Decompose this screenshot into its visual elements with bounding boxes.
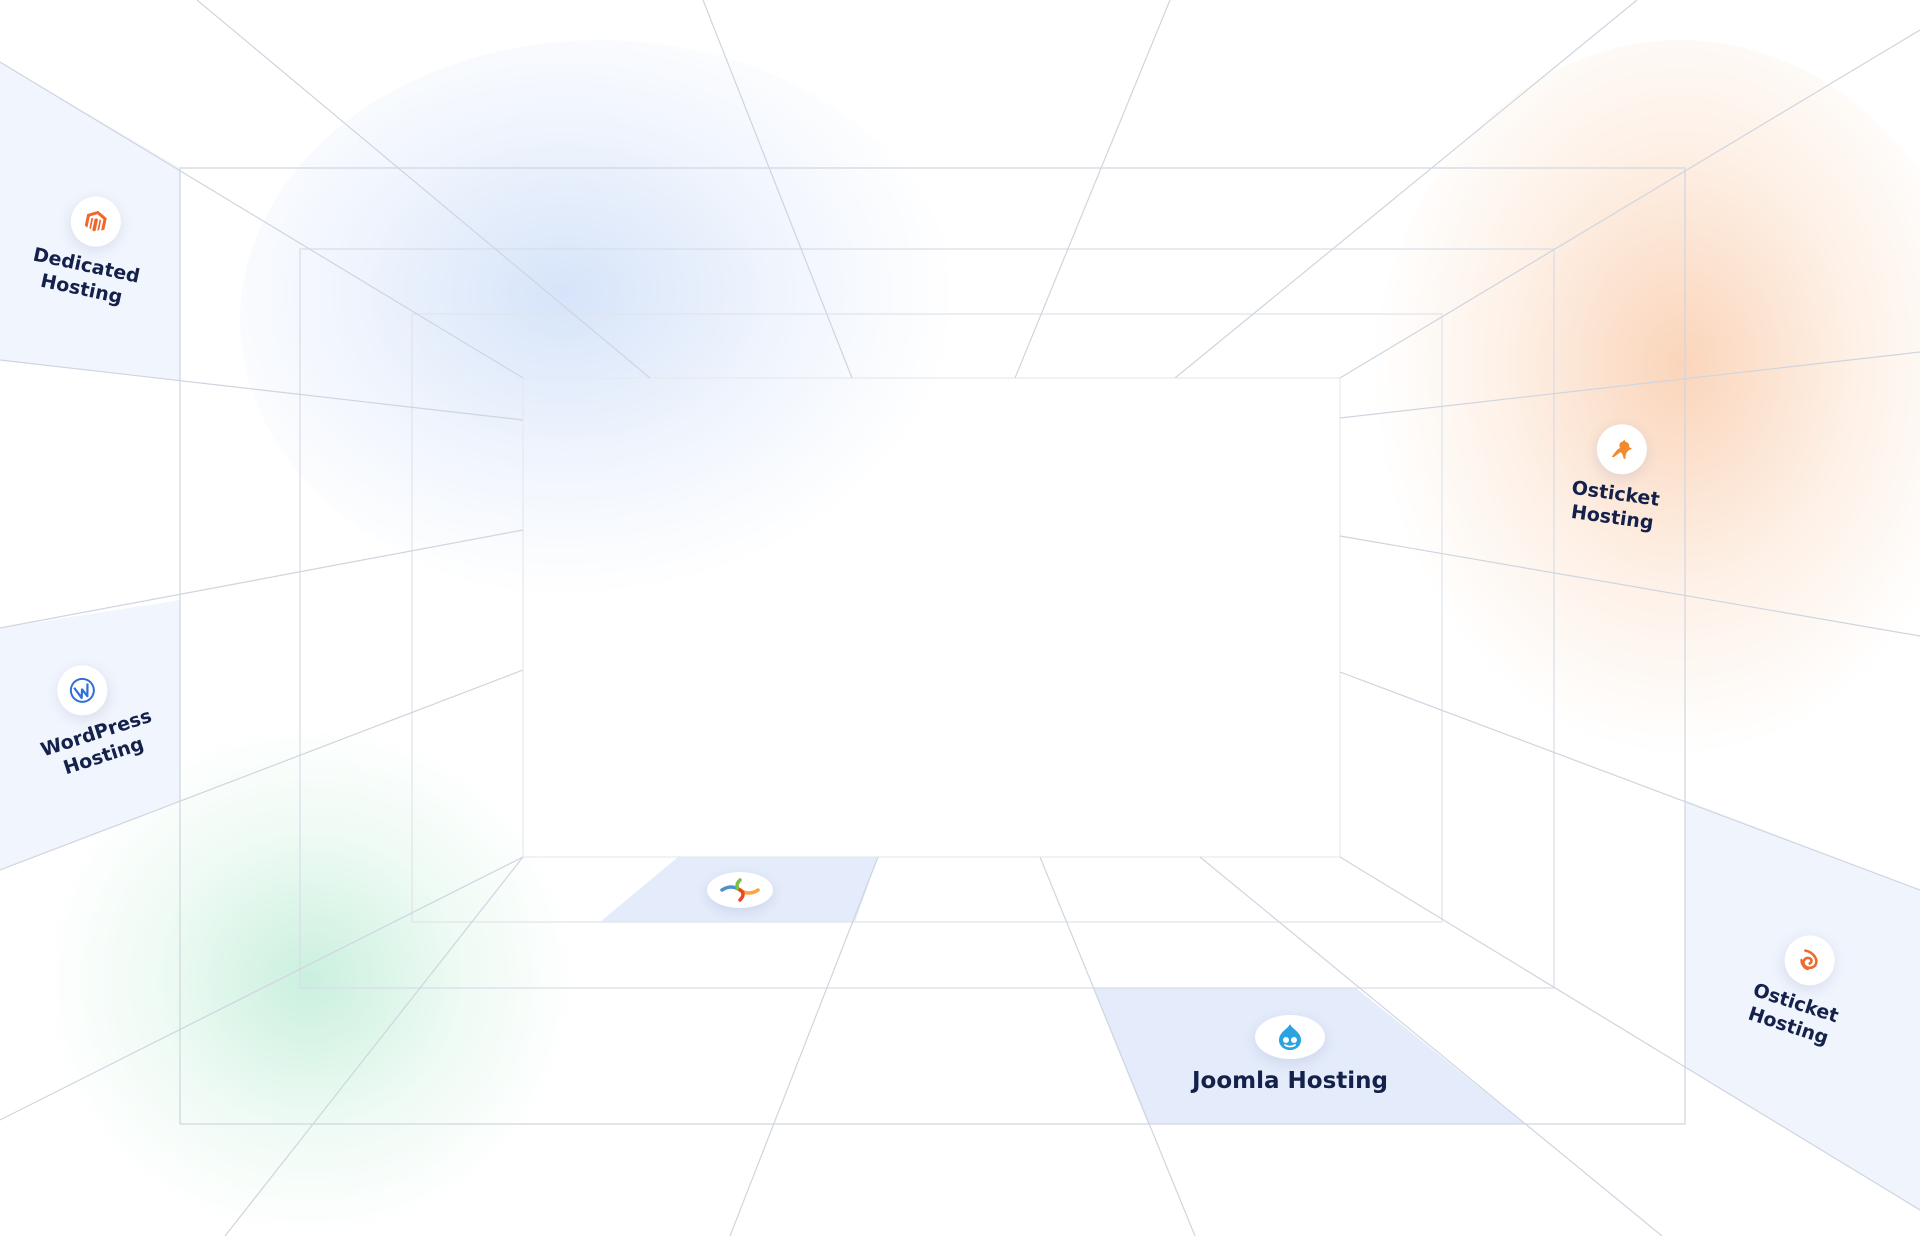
- frame-2: [299, 248, 1555, 989]
- perspective-room: [0, 0, 1920, 1236]
- ray-top-1: [196, 0, 651, 379]
- frame-4: [522, 377, 1341, 858]
- ray-top-3: [1014, 0, 1171, 379]
- ray-right-3: [1339, 671, 1920, 891]
- drupal-icon: [1255, 1015, 1325, 1059]
- joomla-floor-tile[interactable]: [707, 872, 773, 908]
- frame-1: [179, 167, 1686, 1125]
- ray-left-2: [0, 529, 524, 629]
- card-joomla-label: Joomla Hosting: [1192, 1068, 1388, 1094]
- ray-right-2: [1339, 535, 1920, 637]
- ray-top-5: [1339, 29, 1920, 379]
- ray-top-2: [702, 0, 853, 379]
- ray-bottom-1: [224, 856, 524, 1236]
- card-joomla-hosting[interactable]: Joomla Hosting: [1190, 1015, 1390, 1095]
- frame-3: [411, 313, 1443, 923]
- ray-right-1: [1339, 351, 1920, 419]
- joomla-icon: [720, 878, 760, 902]
- magento-icon: [66, 191, 126, 252]
- kangaroo-icon: [1593, 421, 1651, 478]
- ray-top-4: [1174, 0, 1638, 379]
- ray-left-1: [0, 359, 524, 421]
- card-osticket-hosting-top[interactable]: Osticket Hosting: [1556, 417, 1680, 537]
